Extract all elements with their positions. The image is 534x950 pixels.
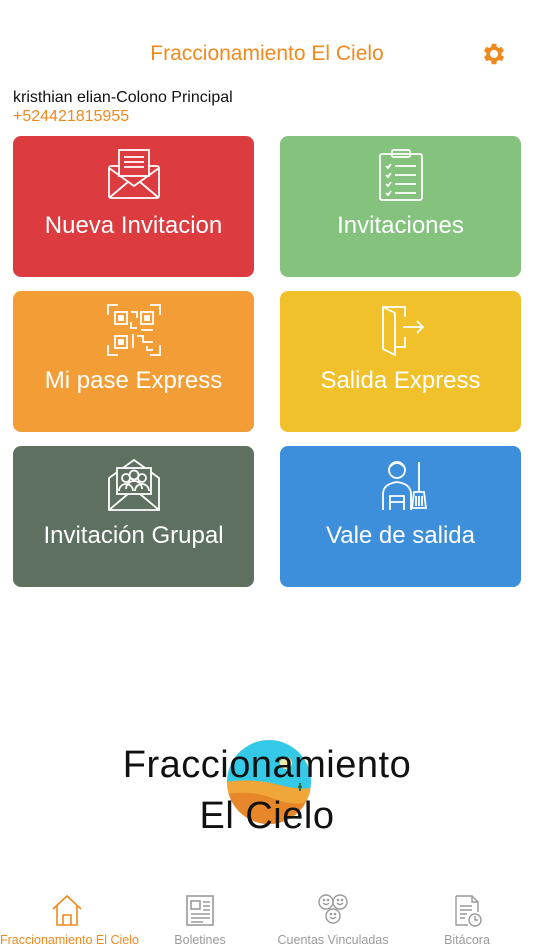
new-invitation-button[interactable]: Nueva Invitacion (13, 136, 254, 277)
newspaper-icon (186, 895, 214, 926)
user-phone: +524421815955 (13, 108, 130, 125)
page-title: Fraccionamiento El Cielo (150, 42, 384, 65)
invitations-label: Invitaciones (337, 212, 464, 239)
group-invitation-button[interactable]: Invitación Grupal (13, 446, 254, 587)
logo-line-1: Fraccionamiento (122, 744, 412, 786)
log-clock-icon (455, 895, 482, 927)
tab-linked-accounts-label: Cuentas Vinculadas (277, 933, 389, 947)
express-exit-label: Salida Express (320, 367, 481, 394)
gear-icon[interactable] (480, 40, 508, 68)
tab-newsletters-label: Boletines (174, 933, 226, 947)
door-exit-icon (381, 305, 424, 357)
tab-log-label: Bitácora (444, 933, 490, 947)
linked-faces-icon (318, 894, 348, 924)
tab-home[interactable]: Fraccionamiento El Cielo (0, 884, 139, 950)
brand-logo: Fraccionamiento El Cielo (0, 728, 534, 838)
exit-voucher-button[interactable]: Vale de salida (280, 446, 521, 587)
exit-voucher-label: Vale de salida (326, 522, 475, 549)
logo-line-2: El Cielo (199, 795, 335, 837)
express-pass-button[interactable]: Mi pase Express (13, 291, 254, 432)
clipboard-checklist-icon (378, 149, 423, 201)
tab-home-label: Fraccionamiento El Cielo (0, 933, 139, 947)
group-envelope-icon (107, 458, 160, 511)
tab-log[interactable]: Bitácora (400, 884, 534, 950)
new-invitation-label: Nueva Invitacion (44, 212, 223, 239)
bottom-tab-bar: Fraccionamiento El Cielo Boletines Cuent… (0, 884, 534, 950)
user-info: kristhian elian-Colono Principal +524421… (13, 89, 233, 126)
housekeeper-icon (381, 461, 427, 510)
app-header: Fraccionamiento El Cielo (0, 0, 534, 86)
express-pass-label: Mi pase Express (44, 367, 223, 394)
tab-newsletters[interactable]: Boletines (134, 884, 266, 950)
qr-code-icon (106, 304, 161, 356)
group-invitation-label: Invitación Grupal (43, 522, 224, 549)
invitations-button[interactable]: Invitaciones (280, 136, 521, 277)
user-name: kristhian elian-Colono Principal (13, 89, 233, 106)
tab-linked-accounts[interactable]: Cuentas Vinculadas (266, 884, 400, 950)
home-icon (52, 894, 82, 926)
express-exit-button[interactable]: Salida Express (280, 291, 521, 432)
envelope-letter-icon (107, 149, 160, 199)
